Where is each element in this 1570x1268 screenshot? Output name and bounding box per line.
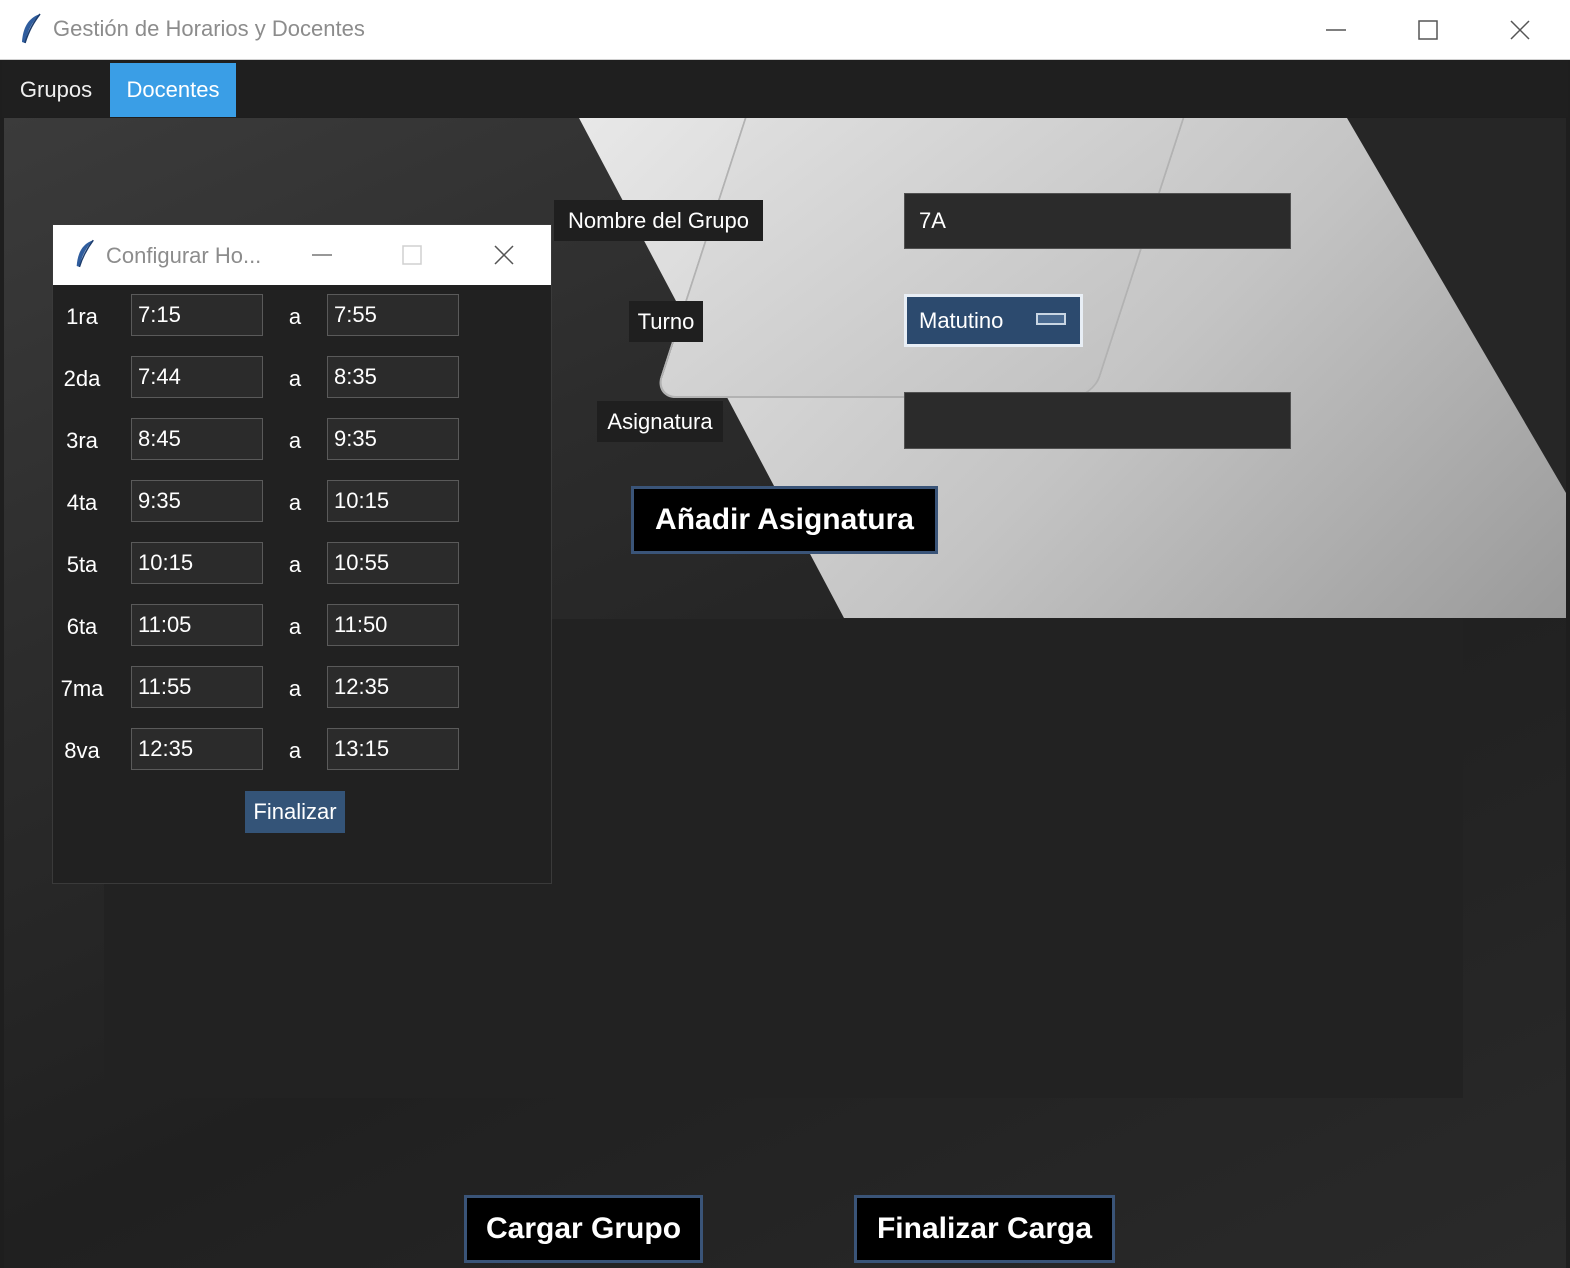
period-separator: a <box>288 552 302 577</box>
period-label: 5ta <box>66 552 98 577</box>
period-start-input[interactable]: 11:55 <box>131 666 263 708</box>
minimize-button[interactable] <box>1290 0 1382 60</box>
period-separator: a <box>288 366 302 391</box>
period-separator: a <box>288 676 302 701</box>
period-start-input[interactable]: 8:45 <box>131 418 263 460</box>
period-start-input[interactable]: 7:44 <box>131 356 263 398</box>
period-start-input[interactable]: 10:15 <box>131 542 263 584</box>
period-end-input[interactable]: 10:15 <box>327 480 459 522</box>
feather-icon <box>22 13 41 44</box>
period-label: 6ta <box>66 614 98 639</box>
period-separator: a <box>288 490 302 515</box>
window-title: Gestión de Horarios y Docentes <box>53 16 365 41</box>
period-separator: a <box>288 614 302 639</box>
maximize-button[interactable] <box>1382 0 1474 60</box>
group-name-label: Nombre del Grupo <box>554 200 763 241</box>
period-label: 7ma <box>60 676 104 701</box>
period-label: 4ta <box>66 490 98 515</box>
minimize-icon <box>312 254 332 256</box>
close-button[interactable] <box>1474 0 1566 60</box>
period-label: 3ra <box>66 428 98 453</box>
tab-docentes[interactable]: Docentes <box>110 63 236 117</box>
period-separator: a <box>288 738 302 763</box>
asignatura-label: Asignatura <box>597 401 723 442</box>
group-name-input[interactable]: 7A <box>904 193 1291 249</box>
maximize-icon <box>1418 20 1438 40</box>
period-end-input[interactable]: 7:55 <box>327 294 459 336</box>
dialog-title: Configurar Ho... <box>106 243 262 268</box>
period-start-input[interactable]: 12:35 <box>131 728 263 770</box>
feather-icon <box>76 239 94 268</box>
period-separator: a <box>288 428 302 453</box>
dialog-titlebar: Configurar Ho... <box>53 225 551 285</box>
period-end-input[interactable]: 12:35 <box>327 666 459 708</box>
dialog-close-button[interactable] <box>459 225 549 285</box>
dialog-maximize-button <box>367 225 457 285</box>
finalizar-button[interactable]: Finalizar <box>245 791 345 833</box>
period-end-input[interactable]: 8:35 <box>327 356 459 398</box>
period-label: 8va <box>64 738 100 763</box>
period-end-input[interactable]: 9:35 <box>327 418 459 460</box>
minimize-icon <box>1326 29 1346 31</box>
finish-load-button[interactable]: Finalizar Carga <box>854 1195 1115 1263</box>
turno-label: Turno <box>629 301 703 342</box>
close-icon <box>494 245 514 265</box>
close-icon <box>1510 20 1530 40</box>
background-trackpad <box>653 118 1185 398</box>
tab-bar: Grupos Docentes <box>2 61 1568 117</box>
asignatura-input[interactable] <box>904 392 1291 449</box>
tab-grupos[interactable]: Grupos <box>4 63 108 117</box>
period-label: 2da <box>63 366 101 391</box>
maximize-icon <box>402 245 422 265</box>
dropdown-indicator-icon <box>1036 313 1066 325</box>
period-separator: a <box>288 304 302 329</box>
period-start-input[interactable]: 9:35 <box>131 480 263 522</box>
period-end-input[interactable]: 13:15 <box>327 728 459 770</box>
turno-select-value: Matutino <box>919 307 1004 333</box>
load-group-button[interactable]: Cargar Grupo <box>464 1195 703 1263</box>
period-end-input[interactable]: 10:55 <box>327 542 459 584</box>
period-end-input[interactable]: 11:50 <box>327 604 459 646</box>
period-start-input[interactable]: 11:05 <box>131 604 263 646</box>
window-titlebar: Gestión de Horarios y Docentes <box>0 0 1570 60</box>
schedule-config-dialog: Configurar Ho... 1ra 7:15 a 7:55 2da 7:4… <box>52 224 552 884</box>
dialog-minimize-button[interactable] <box>277 225 367 285</box>
period-start-input[interactable]: 7:15 <box>131 294 263 336</box>
period-label: 1ra <box>66 304 98 329</box>
add-subject-button[interactable]: Añadir Asignatura <box>631 486 938 554</box>
turno-select[interactable]: Matutino <box>904 294 1083 347</box>
